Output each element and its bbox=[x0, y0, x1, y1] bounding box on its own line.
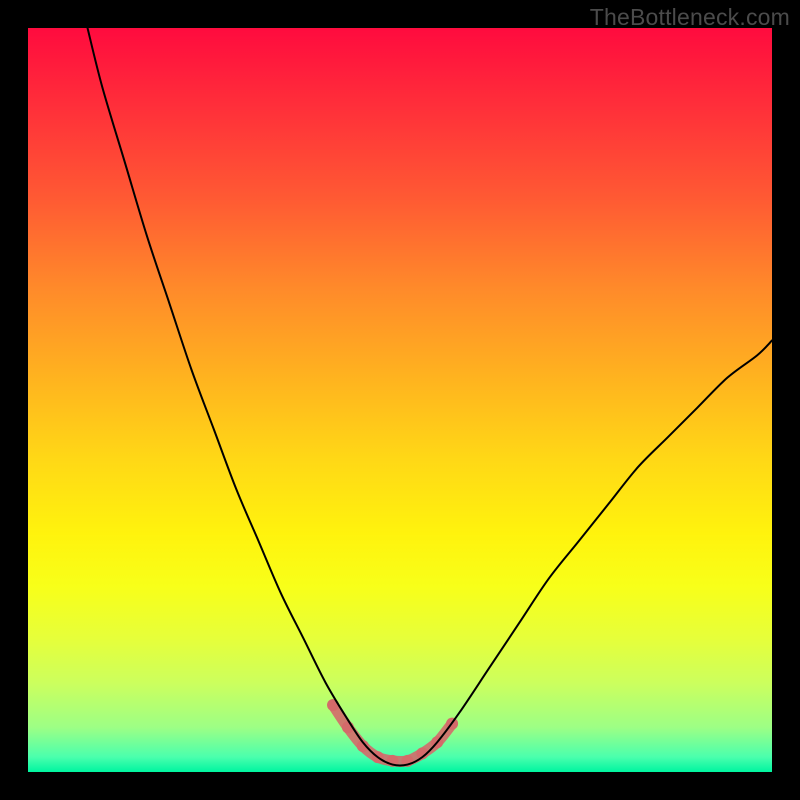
plot-area bbox=[28, 28, 772, 772]
highlight-band bbox=[333, 705, 452, 762]
watermark-text: TheBottleneck.com bbox=[590, 4, 790, 31]
chart-frame: TheBottleneck.com bbox=[0, 0, 800, 800]
main-curve bbox=[88, 28, 772, 765]
curve-layer bbox=[28, 28, 772, 772]
